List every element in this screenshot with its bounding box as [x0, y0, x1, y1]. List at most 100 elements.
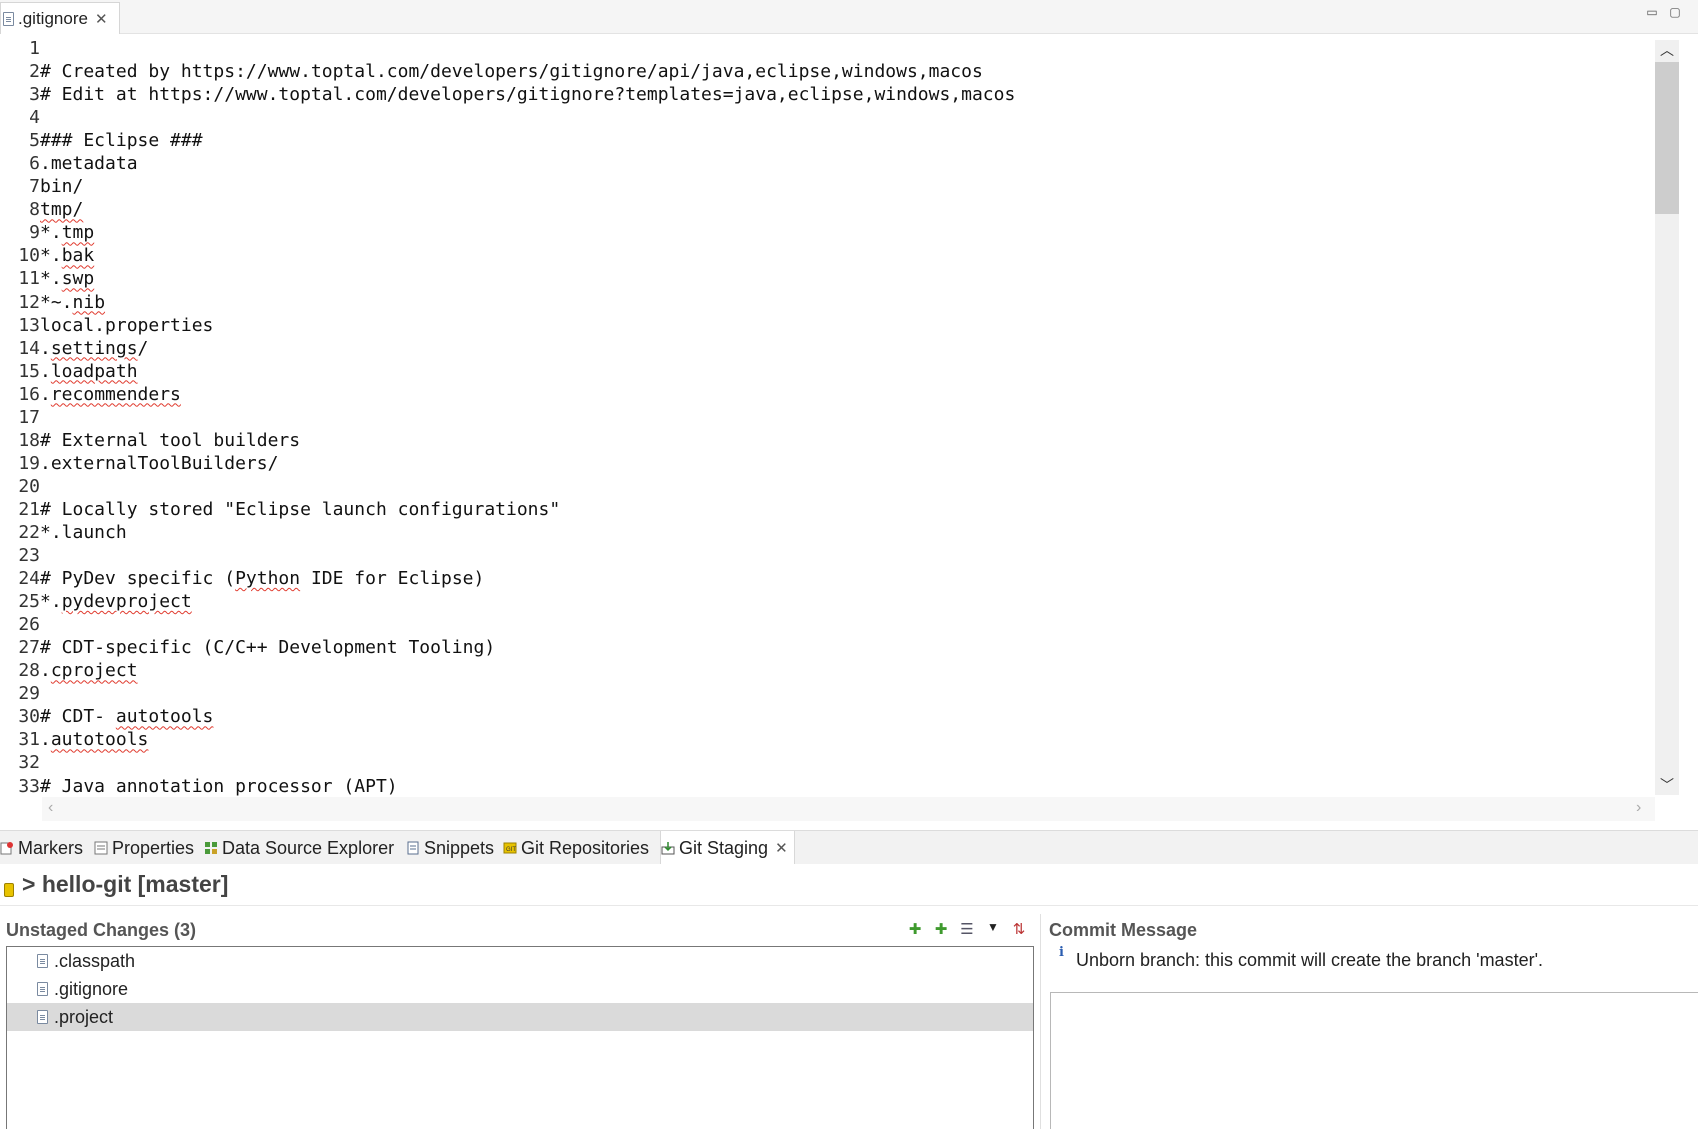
- tab-label: Properties: [112, 837, 195, 858]
- scroll-left-icon[interactable]: ‹: [48, 799, 53, 817]
- repository-title[interactable]: > hello-git [master]: [22, 871, 228, 898]
- list-item[interactable]: .gitignore: [7, 975, 1033, 1003]
- spelling-error-text: bak: [61, 245, 95, 267]
- repository-icon: [4, 882, 14, 897]
- add-all-to-index-icon[interactable]: ✚: [932, 920, 950, 938]
- code-line[interactable]: 5 ### Eclipse ###: [7, 129, 1647, 152]
- code-line[interactable]: 19 .externalToolBuilders/: [7, 452, 1647, 475]
- code-line[interactable]: 29: [7, 682, 1647, 705]
- code-line[interactable]: 10 *.bak: [7, 244, 1647, 267]
- tab-properties[interactable]: Properties: [94, 831, 194, 865]
- code-line[interactable]: 25 *.pydevproject: [7, 590, 1647, 613]
- code-text: .externalToolBuilders/: [40, 452, 279, 474]
- code-line[interactable]: 27 # CDT-specific (C/C++ Development Tool…: [7, 636, 1647, 659]
- scrollbar-thumb[interactable]: [1655, 62, 1679, 214]
- tab-git-repositories[interactable]: GIT Git Repositories: [503, 831, 649, 865]
- spelling-error-text: swp: [61, 268, 95, 290]
- git-staging-view: > hello-git [master] Unstaged Changes (3…: [0, 864, 1698, 1129]
- commit-message-section: Commit Message i Unborn branch: this com…: [1040, 914, 1698, 1129]
- minimize-icon[interactable]: ▭: [1645, 6, 1659, 20]
- tab-snippets[interactable]: Snippets: [406, 831, 494, 865]
- list-item[interactable]: .project: [7, 1003, 1033, 1031]
- code-line[interactable]: 13 local.properties: [7, 314, 1647, 337]
- code-area[interactable]: 1 2 # Created by https://www.toptal.com/de…: [7, 37, 1647, 798]
- unstaged-toolbar: ✚ ✚ ☰ ▼ ⇅: [906, 920, 1028, 938]
- editor-tab-gitignore[interactable]: .gitignore ✕: [0, 2, 120, 34]
- code-line[interactable]: 20: [7, 475, 1647, 498]
- scroll-right-icon[interactable]: ›: [1636, 799, 1641, 817]
- code-line[interactable]: 3 # Edit at https://www.toptal.com/develo…: [7, 83, 1647, 106]
- tab-data-source-explorer[interactable]: Data Source Explorer: [204, 831, 394, 865]
- code-line[interactable]: 24 # PyDev specific (Python IDE for Eclip…: [7, 567, 1647, 590]
- tab-label: Git Repositories: [521, 837, 650, 858]
- line-text: local.properties: [40, 314, 213, 337]
- spelling-error-text: pydevproject: [61, 591, 192, 613]
- code-line[interactable]: 30 # CDT- autotools: [7, 705, 1647, 728]
- code-line[interactable]: 6 .metadata: [7, 152, 1647, 175]
- code-line[interactable]: 14 .settings/: [7, 337, 1647, 360]
- code-line[interactable]: 7 bin/: [7, 175, 1647, 198]
- code-line[interactable]: 8 tmp/: [7, 198, 1647, 221]
- line-number: 19: [18, 452, 40, 474]
- info-icon: i: [1059, 945, 1064, 960]
- code-text: ### Eclipse ###: [40, 130, 203, 152]
- line-number: 4: [29, 107, 40, 129]
- code-line[interactable]: 28 .cproject: [7, 659, 1647, 682]
- code-line[interactable]: 16 .recommenders: [7, 383, 1647, 406]
- tree-view-icon[interactable]: ☰: [958, 920, 976, 938]
- line-number: 17: [18, 406, 40, 428]
- code-line[interactable]: 31 .autotools: [7, 728, 1647, 751]
- view-menu-icon[interactable]: ▼: [984, 920, 1002, 938]
- code-line[interactable]: 18 # External tool builders: [7, 429, 1647, 452]
- file-name: .project: [54, 1006, 114, 1027]
- tab-git-staging[interactable]: Git Staging ✕: [660, 831, 795, 865]
- commit-message-input[interactable]: [1050, 992, 1698, 1129]
- code-line[interactable]: 2 # Created by https://www.toptal.com/dev…: [7, 60, 1647, 83]
- line-number: 15: [18, 360, 40, 382]
- code-line[interactable]: 26: [7, 613, 1647, 636]
- code-line[interactable]: 1: [7, 37, 1647, 60]
- properties-icon: [94, 841, 108, 855]
- text-editor[interactable]: 1 2 # Created by https://www.toptal.com/de…: [7, 34, 1677, 798]
- spelling-error-text: recommenders: [50, 383, 181, 405]
- code-line[interactable]: 9 *.tmp: [7, 221, 1647, 244]
- scroll-down-icon[interactable]: ﹀: [1655, 775, 1679, 795]
- code-line[interactable]: 15 .loadpath: [7, 360, 1647, 383]
- line-number: 12: [18, 291, 40, 313]
- add-to-index-icon[interactable]: ✚: [906, 920, 924, 938]
- code-line[interactable]: 21 # Locally stored "Eclipse launch confi…: [7, 498, 1647, 521]
- tab-markers[interactable]: Markers: [0, 831, 83, 865]
- file-name: .classpath: [54, 950, 136, 971]
- close-icon[interactable]: ✕: [775, 839, 788, 857]
- code-line[interactable]: 22 *.launch: [7, 521, 1647, 544]
- sort-icon[interactable]: ⇅: [1010, 920, 1028, 938]
- code-line[interactable]: 33 # Java annotation processor (APT): [7, 775, 1647, 798]
- code-text: # PyDev specific (: [40, 568, 236, 590]
- line-text: # Locally stored "Eclipse launch configu…: [40, 498, 560, 521]
- code-text: # Edit at https://www.toptal.com/develop…: [40, 84, 1016, 106]
- project-file-icon: [37, 1010, 48, 1024]
- code-text: *.: [40, 591, 62, 613]
- line-text: # CDT-specific (C/C++ Development Toolin…: [40, 636, 495, 659]
- unstaged-file-list[interactable]: .classpath .gitignore .project: [6, 946, 1034, 1129]
- horizontal-scrollbar[interactable]: ‹ ›: [42, 797, 1655, 821]
- file-name: .gitignore: [54, 978, 129, 999]
- list-item[interactable]: .classpath: [7, 947, 1033, 975]
- code-line[interactable]: 11 *.swp: [7, 267, 1647, 290]
- line-text: .metadata: [40, 152, 138, 175]
- code-text: .metadata: [40, 153, 138, 175]
- git-staging-icon: [661, 842, 675, 855]
- maximize-icon[interactable]: ▢: [1668, 6, 1682, 20]
- spelling-error-text: tmp: [61, 222, 95, 244]
- line-text: # PyDev specific (Python IDE for Eclipse…: [40, 567, 484, 590]
- code-line[interactable]: 17: [7, 406, 1647, 429]
- code-line[interactable]: 4: [7, 106, 1647, 129]
- scroll-up-icon[interactable]: ︿: [1655, 40, 1679, 60]
- views-tab-bar: Markers Properties Data Source Explorer …: [0, 830, 1698, 865]
- code-line[interactable]: 32: [7, 751, 1647, 774]
- line-number: 24: [18, 568, 40, 590]
- vertical-scrollbar[interactable]: ︿ ﹀: [1655, 40, 1679, 795]
- close-icon[interactable]: ✕: [95, 10, 108, 28]
- code-line[interactable]: 12 *~.nib: [7, 291, 1647, 314]
- code-line[interactable]: 23: [7, 544, 1647, 567]
